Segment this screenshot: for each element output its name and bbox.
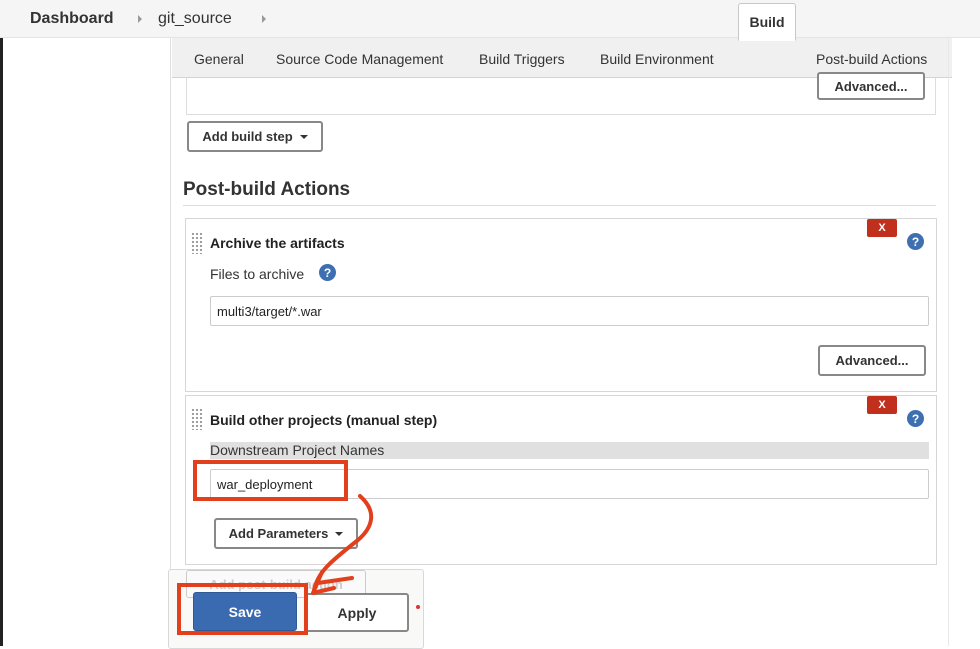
help-icon[interactable]: ? xyxy=(907,410,924,427)
side-divider xyxy=(170,38,171,646)
breadcrumb-git-source[interactable]: git_source xyxy=(158,10,232,28)
left-edge xyxy=(0,38,3,646)
downstream-project-input[interactable]: war_deployment xyxy=(210,469,929,499)
remove-build-other-button[interactable]: X xyxy=(867,396,897,414)
build-other-projects-title: Build other projects (manual step) xyxy=(210,412,438,428)
section-divider xyxy=(183,205,936,206)
build-other-projects-card: Build other projects (manual step) X ? D… xyxy=(185,395,937,565)
save-button[interactable]: Save xyxy=(193,592,297,631)
post-build-title: Post-build Actions xyxy=(183,179,351,200)
drag-handle-icon[interactable] xyxy=(191,408,203,430)
tab-general[interactable]: General xyxy=(194,51,244,67)
drag-handle-icon[interactable] xyxy=(191,232,203,254)
add-build-step-button[interactable]: Add build step xyxy=(187,121,323,152)
files-to-archive-input[interactable]: multi3/target/*.war xyxy=(210,296,929,326)
downstream-project-names-label: Downstream Project Names xyxy=(210,442,929,459)
archive-artifacts-card: Archive the artifacts X ? Files to archi… xyxy=(185,218,937,392)
add-build-step-label: Add build step xyxy=(202,129,293,144)
build-advanced-button[interactable]: Advanced... xyxy=(817,72,925,100)
previous-build-step: Advanced... xyxy=(186,72,936,115)
caret-down-icon xyxy=(335,531,344,536)
chevron-right-icon[interactable] xyxy=(262,15,266,23)
tab-build-environment[interactable]: Build Environment xyxy=(600,51,714,67)
tab-build-triggers[interactable]: Build Triggers xyxy=(479,51,565,67)
help-icon[interactable]: ? xyxy=(319,264,336,281)
chevron-right-icon xyxy=(138,15,142,23)
archive-artifacts-title: Archive the artifacts xyxy=(210,235,345,251)
add-parameters-label: Add Parameters xyxy=(228,526,329,541)
apply-button[interactable]: Apply xyxy=(305,593,409,632)
right-divider xyxy=(948,38,949,646)
breadcrumb: Dashboard git_source xyxy=(0,0,980,38)
caret-down-icon xyxy=(299,134,308,139)
add-parameters-button[interactable]: Add Parameters xyxy=(214,518,358,549)
unsaved-dot xyxy=(416,605,420,609)
breadcrumb-dashboard[interactable]: Dashboard xyxy=(30,10,114,28)
remove-archive-button[interactable]: X xyxy=(867,219,897,237)
tab-source-code-management[interactable]: Source Code Management xyxy=(276,51,443,67)
tab-build[interactable]: Build xyxy=(738,3,796,41)
help-icon[interactable]: ? xyxy=(907,233,924,250)
files-to-archive-label: Files to archive xyxy=(210,266,305,282)
tab-post-build-actions[interactable]: Post-build Actions xyxy=(816,51,927,67)
archive-advanced-button[interactable]: Advanced... xyxy=(818,345,926,376)
